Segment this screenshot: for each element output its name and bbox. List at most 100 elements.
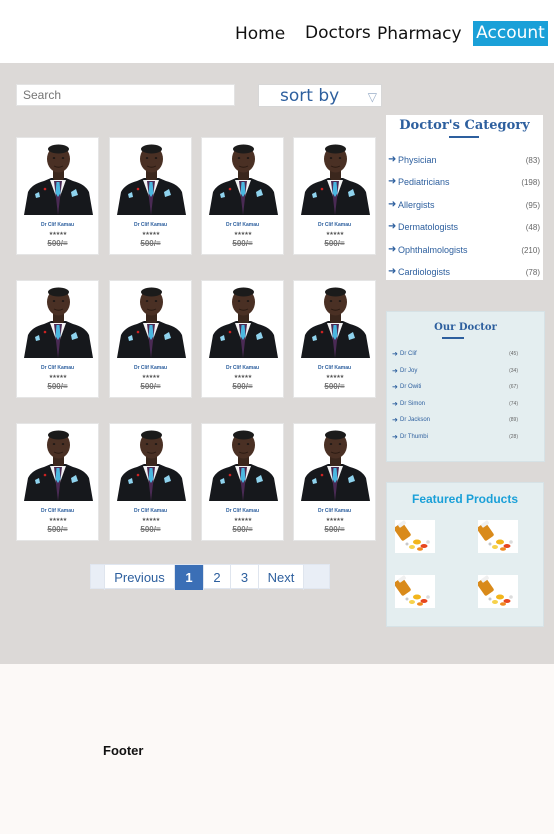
doctor-name[interactable]: Dr Clif Kamau bbox=[17, 365, 98, 371]
category-item[interactable]: ➜ Physician (83) bbox=[388, 153, 540, 175]
our-doctor-count: (28) bbox=[509, 434, 518, 440]
pagination: Previous 1 2 3 Next bbox=[90, 564, 330, 590]
doctor-photo[interactable] bbox=[20, 140, 97, 215]
our-doctor-label[interactable]: Dr Joy bbox=[400, 368, 417, 374]
nav-account-link[interactable]: Account bbox=[473, 21, 548, 46]
doctor-photo[interactable] bbox=[20, 283, 97, 358]
star-rating: ★★★★★ bbox=[141, 231, 160, 237]
category-label[interactable]: Pediatricians bbox=[398, 177, 450, 187]
star-rating: ★★★★★ bbox=[233, 517, 252, 523]
our-doctor-item[interactable]: ➜ Dr Clif (45) bbox=[392, 350, 518, 364]
pagination-previous-button[interactable]: Previous bbox=[104, 565, 174, 590]
category-item[interactable]: ➜ Allergists (95) bbox=[388, 198, 540, 220]
star-rating: ★★★★★ bbox=[48, 231, 67, 237]
category-count: (78) bbox=[525, 268, 540, 277]
doctor-photo[interactable] bbox=[205, 140, 282, 215]
category-item[interactable]: ➜ Pediatricians (198) bbox=[388, 175, 540, 197]
our-doctor-item[interactable]: ➜ Dr Thumbi (28) bbox=[392, 433, 518, 447]
doctor-price: 500/= bbox=[47, 382, 68, 391]
doctor-card[interactable]: Dr Clif Kamau ★★★★★ 500/= bbox=[109, 137, 192, 255]
doctor-name[interactable]: Dr Clif Kamau bbox=[294, 365, 375, 371]
doctor-photo[interactable] bbox=[205, 426, 282, 501]
category-count: (198) bbox=[521, 178, 540, 188]
our-doctor-count: (34) bbox=[509, 367, 518, 374]
medicine-pills-icon bbox=[478, 575, 518, 608]
arrow-right-icon: ➜ bbox=[388, 198, 397, 210]
featured-product-image[interactable] bbox=[478, 575, 518, 608]
doctor-name[interactable]: Dr Clif Kamau bbox=[202, 222, 283, 228]
nav-doctors-link[interactable]: Doctors bbox=[305, 23, 371, 43]
doctor-card[interactable]: Dr Clif Kamau ★★★★★ 500/= bbox=[293, 423, 376, 541]
our-doctor-item[interactable]: ➜ Dr Owiti (67) bbox=[392, 383, 518, 397]
our-doctor-label[interactable]: Dr Simon bbox=[400, 401, 425, 407]
category-count: (83) bbox=[525, 156, 540, 165]
featured-products-title: Featured Products bbox=[411, 492, 519, 506]
category-label[interactable]: Ophthalmologists bbox=[398, 245, 468, 255]
doctor-name[interactable]: Dr Clif Kamau bbox=[202, 365, 283, 371]
category-count: (210) bbox=[521, 245, 540, 255]
doctor-price: 500/= bbox=[324, 382, 345, 391]
arrow-right-icon: ➜ bbox=[392, 400, 398, 408]
doctor-photo[interactable] bbox=[20, 426, 97, 501]
doctor-card[interactable]: Dr Clif Kamau ★★★★★ 500/= bbox=[16, 423, 99, 541]
doctor-name[interactable]: Dr Clif Kamau bbox=[17, 222, 98, 228]
our-doctor-label[interactable]: Dr Jackson bbox=[400, 417, 430, 423]
category-item[interactable]: ➜ Cardiologists (78) bbox=[388, 265, 540, 287]
pagination-page-1[interactable]: 1 bbox=[174, 565, 203, 590]
doctor-photo[interactable] bbox=[113, 140, 190, 215]
doctor-card[interactable]: Dr Clif Kamau ★★★★★ 500/= bbox=[201, 137, 284, 255]
arrow-right-icon: ➜ bbox=[388, 221, 397, 233]
our-doctor-title: Our Doctor bbox=[434, 322, 497, 333]
doctor-photo[interactable] bbox=[205, 283, 282, 358]
doctor-photo[interactable] bbox=[297, 283, 374, 358]
sort-dropdown[interactable]: sort by ▽ bbox=[258, 84, 382, 107]
doctor-card[interactable]: Dr Clif Kamau ★★★★★ 500/= bbox=[109, 423, 192, 541]
doctor-photo[interactable] bbox=[113, 283, 190, 358]
doctor-name[interactable]: Dr Clif Kamau bbox=[294, 222, 375, 228]
doctor-photo[interactable] bbox=[297, 140, 374, 215]
our-doctor-label[interactable]: Dr Thumbi bbox=[400, 434, 428, 440]
category-item[interactable]: ➜ Dermatologists (48) bbox=[388, 220, 540, 242]
our-doctor-item[interactable]: ➜ Dr Simon (74) bbox=[392, 400, 518, 414]
doctor-card[interactable]: Dr Clif Kamau ★★★★★ 500/= bbox=[109, 280, 192, 398]
doctor-photo[interactable] bbox=[113, 426, 190, 501]
doctor-card[interactable]: Dr Clif Kamau ★★★★★ 500/= bbox=[293, 137, 376, 255]
doctor-name[interactable]: Dr Clif Kamau bbox=[17, 508, 98, 514]
featured-product-image[interactable] bbox=[395, 575, 435, 608]
pagination-page-2[interactable]: 2 bbox=[203, 565, 230, 590]
doctor-card[interactable]: Dr Clif Kamau ★★★★★ 500/= bbox=[201, 423, 284, 541]
title-underline bbox=[449, 136, 479, 138]
category-label[interactable]: Cardiologists bbox=[398, 267, 450, 277]
star-rating: ★★★★★ bbox=[233, 231, 252, 237]
doctor-card[interactable]: Dr Clif Kamau ★★★★★ 500/= bbox=[16, 280, 99, 398]
category-label[interactable]: Dermatologists bbox=[398, 222, 458, 232]
pagination-page-3[interactable]: 3 bbox=[230, 565, 258, 590]
our-doctor-item[interactable]: ➜ Dr Jackson (89) bbox=[392, 416, 518, 430]
doctor-card[interactable]: Dr Clif Kamau ★★★★★ 500/= bbox=[293, 280, 376, 398]
doctor-name[interactable]: Dr Clif Kamau bbox=[110, 222, 191, 228]
our-doctor-label[interactable]: Dr Owiti bbox=[400, 384, 421, 390]
doctor-name[interactable]: Dr Clif Kamau bbox=[110, 508, 191, 514]
search-input[interactable] bbox=[16, 84, 235, 106]
nav-home-link[interactable]: Home bbox=[235, 24, 285, 44]
arrow-right-icon: ➜ bbox=[388, 266, 397, 277]
doctor-name[interactable]: Dr Clif Kamau bbox=[202, 508, 283, 514]
star-rating: ★★★★★ bbox=[325, 231, 344, 237]
our-doctor-item[interactable]: ➜ Dr Joy (34) bbox=[392, 367, 518, 381]
featured-product-image[interactable] bbox=[478, 520, 518, 553]
doctor-photo[interactable] bbox=[297, 426, 374, 501]
top-navbar: Home Doctors Pharmacy Account bbox=[0, 0, 554, 63]
category-item[interactable]: ➜ Ophthalmologists (210) bbox=[388, 243, 540, 265]
our-doctor-label[interactable]: Dr Clif bbox=[400, 351, 417, 357]
featured-product-image[interactable] bbox=[395, 520, 435, 553]
nav-pharmacy-link[interactable]: Pharmacy bbox=[377, 24, 462, 44]
doctor-name[interactable]: Dr Clif Kamau bbox=[110, 365, 191, 371]
doctor-price: 500/= bbox=[140, 525, 161, 534]
doctor-card[interactable]: Dr Clif Kamau ★★★★★ 500/= bbox=[201, 280, 284, 398]
arrow-right-icon: ➜ bbox=[392, 434, 398, 441]
category-label[interactable]: Allergists bbox=[398, 200, 435, 210]
category-label[interactable]: Physician bbox=[398, 155, 437, 165]
pagination-next-button[interactable]: Next bbox=[258, 565, 304, 590]
doctor-card[interactable]: Dr Clif Kamau ★★★★★ 500/= bbox=[16, 137, 99, 255]
doctor-name[interactable]: Dr Clif Kamau bbox=[294, 508, 375, 514]
